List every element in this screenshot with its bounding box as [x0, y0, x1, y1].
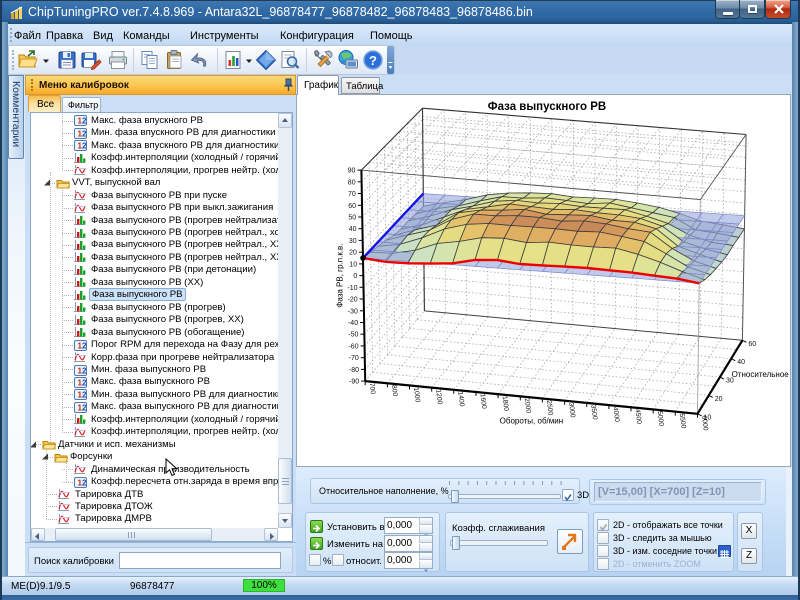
- svg-text:Обороты, об/мин: Обороты, об/мин: [500, 417, 563, 426]
- svg-text:30: 30: [349, 238, 357, 245]
- svg-text:20: 20: [349, 250, 357, 257]
- svg-text:3000: 3000: [567, 402, 576, 418]
- svg-text:2: 2: [82, 367, 87, 376]
- svg-text:?: ?: [369, 53, 377, 68]
- svg-text:2500: 2500: [545, 400, 554, 416]
- svg-text:-70: -70: [349, 355, 359, 362]
- svg-text:Фаза выпускного РВ: Фаза выпускного РВ: [488, 101, 606, 113]
- svg-text:90: 90: [348, 168, 356, 175]
- svg-text:2: 2: [82, 404, 87, 413]
- svg-text:5500: 5500: [678, 413, 687, 429]
- svg-text:1600: 1600: [479, 393, 488, 409]
- svg-text:-80: -80: [349, 367, 359, 374]
- svg-text:-10: -10: [347, 285, 357, 292]
- svg-text:2: 2: [82, 130, 87, 139]
- svg-text:4500: 4500: [634, 409, 643, 425]
- svg-text:1200: 1200: [434, 389, 443, 405]
- svg-text:2: 2: [82, 379, 87, 388]
- svg-text:2: 2: [82, 142, 87, 151]
- svg-text:1800: 1800: [501, 396, 510, 412]
- svg-text:10: 10: [349, 261, 357, 268]
- svg-text:-90: -90: [349, 379, 359, 386]
- svg-text:40: 40: [737, 359, 745, 366]
- svg-text:60: 60: [748, 341, 756, 348]
- svg-text:70: 70: [348, 191, 356, 198]
- svg-text:700: 700: [368, 382, 376, 394]
- svg-text:20: 20: [715, 396, 723, 403]
- svg-text:60: 60: [348, 203, 356, 210]
- svg-text:2000: 2000: [523, 398, 532, 414]
- svg-text:0: 0: [353, 273, 357, 280]
- svg-text:2: 2: [82, 479, 87, 488]
- svg-text:2: 2: [82, 342, 87, 351]
- svg-text:2: 2: [82, 117, 87, 126]
- svg-text:80: 80: [348, 179, 356, 186]
- svg-text:-60: -60: [348, 343, 358, 350]
- svg-text:5000: 5000: [656, 411, 665, 427]
- svg-text:Фаза РВ, гр.п.к.в.: Фаза РВ, гр.п.к.в.: [335, 243, 344, 307]
- svg-text:50: 50: [348, 215, 356, 222]
- svg-text:1400: 1400: [456, 391, 465, 407]
- svg-text:3500: 3500: [589, 404, 598, 420]
- svg-text:10: 10: [704, 414, 712, 421]
- svg-text:-30: -30: [348, 308, 358, 315]
- svg-text:-50: -50: [348, 332, 358, 339]
- svg-text:Относительное н: Относительное н: [732, 370, 791, 379]
- svg-text:2: 2: [82, 391, 87, 400]
- svg-text:800: 800: [390, 385, 398, 397]
- svg-text:-20: -20: [348, 297, 358, 304]
- svg-text:-40: -40: [348, 320, 358, 327]
- svg-text:4000: 4000: [611, 406, 620, 422]
- svg-text:40: 40: [349, 226, 357, 233]
- svg-text:1000: 1000: [412, 387, 421, 403]
